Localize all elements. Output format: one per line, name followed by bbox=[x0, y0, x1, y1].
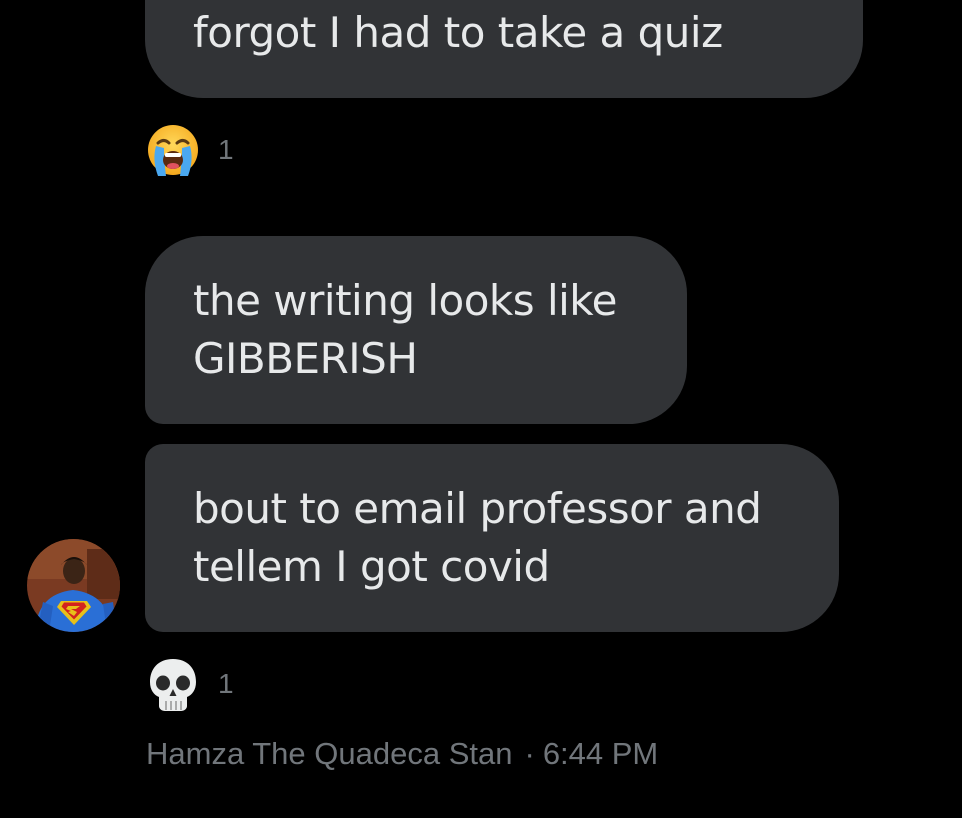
reaction-count: 1 bbox=[218, 134, 234, 165]
message-reaction[interactable]: 1 bbox=[146, 654, 234, 714]
message-bubble[interactable]: bout to email professor and tellem I got… bbox=[145, 444, 839, 632]
loudly-crying-face-icon bbox=[148, 125, 198, 176]
skull-icon bbox=[150, 659, 196, 711]
avatar[interactable] bbox=[27, 539, 120, 632]
message-text: tellem I got covid bbox=[193, 542, 550, 591]
meta-separator: · bbox=[524, 736, 535, 771]
message-bubble[interactable]: the writing looks like GIBBERISH bbox=[145, 236, 687, 424]
message-text: the writing looks like bbox=[193, 276, 617, 325]
message-reaction[interactable]: 1 bbox=[146, 120, 234, 180]
avatar-image bbox=[27, 539, 120, 632]
message-meta: Hamza The Quadeca Stan · 6:44 PM bbox=[146, 736, 658, 772]
message-text: bout to email professor and bbox=[193, 484, 762, 533]
message-bubble[interactable]: forgot I had to take a quiz bbox=[145, 0, 863, 98]
message-text: GIBBERISH bbox=[193, 334, 418, 383]
reaction-count: 1 bbox=[218, 668, 234, 699]
sender-name[interactable]: Hamza The Quadeca Stan bbox=[146, 736, 512, 771]
message-timestamp: 6:44 PM bbox=[542, 736, 659, 771]
message-text: forgot I had to take a quiz bbox=[193, 8, 723, 57]
